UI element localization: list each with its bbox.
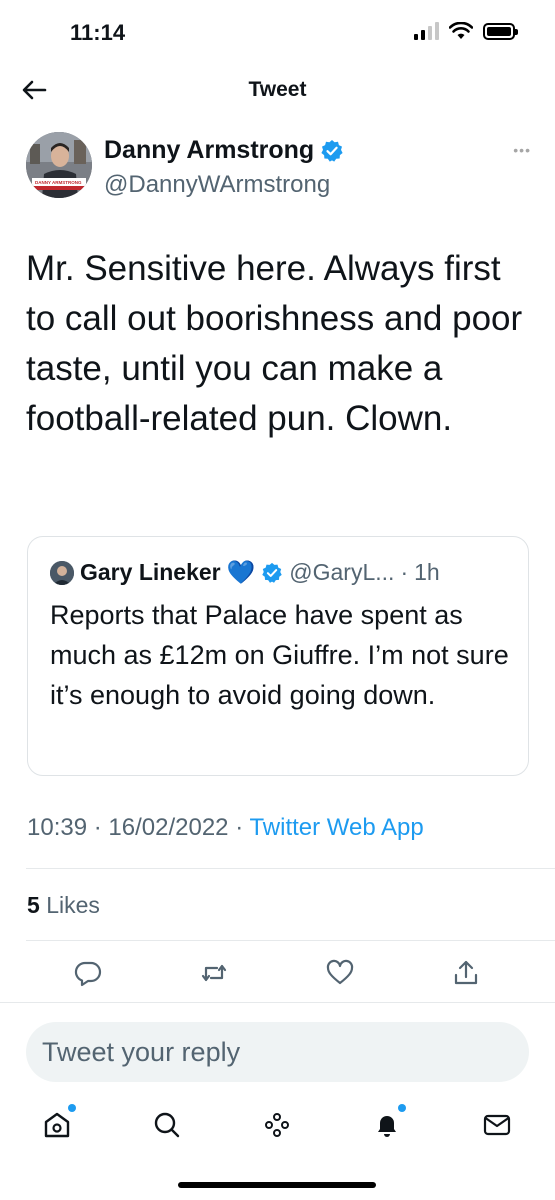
heart-emoji: 💙 [226, 559, 256, 585]
separator-dot: · [93, 814, 109, 841]
author-name-label: Danny Armstrong [104, 136, 315, 164]
home-indicator [178, 1182, 376, 1188]
verified-badge-icon [262, 562, 282, 583]
author-name[interactable]: Danny Armstrong [104, 136, 344, 165]
tweet-date: 16/02/2022 [108, 814, 229, 841]
tab-messages[interactable] [480, 1108, 514, 1142]
status-icons [414, 22, 518, 40]
notification-dot [398, 1104, 406, 1112]
wifi-icon [449, 22, 473, 39]
tab-notifications[interactable] [370, 1104, 406, 1142]
page-title: Tweet [248, 78, 307, 101]
tab-bar [0, 1100, 555, 1150]
quoted-tweet[interactable]: Gary Lineker 💙 @GaryL... · 1h Reports th… [27, 536, 529, 776]
tweet-actions [0, 958, 555, 992]
reply-icon[interactable] [73, 958, 103, 988]
likes-label: Likes [46, 892, 100, 918]
reply-input[interactable] [26, 1022, 529, 1082]
signal-icon [414, 22, 439, 40]
quoted-tweet-header: Gary Lineker 💙 @GaryL... · 1h [50, 559, 440, 586]
status-bar: 11:14 [0, 0, 555, 60]
search-icon [154, 1112, 180, 1138]
status-time: 11:14 [70, 20, 126, 45]
tweet-meta: 10:39 · 16/02/2022 · Twitter Web App [27, 814, 424, 842]
share-icon[interactable] [451, 958, 481, 988]
author-handle[interactable]: @DannyWArmstrong [104, 171, 330, 199]
tab-home[interactable] [40, 1104, 76, 1142]
battery-icon [483, 22, 518, 40]
verified-badge-icon [321, 139, 343, 162]
likes-stat[interactable]: 5 Likes [27, 892, 100, 919]
separator-dot: · [400, 559, 409, 585]
quoted-author-handle: @GaryL... [289, 559, 395, 585]
author-row: DANNY ARMSTRONG Danny Armstrong @DannyWA… [26, 128, 531, 208]
quoted-avatar [50, 560, 74, 585]
quoted-tweet-text: Reports that Palace have spent as much a… [50, 600, 509, 710]
quoted-author-name: Gary Lineker [80, 559, 221, 585]
tweet-time: 10:39 [27, 814, 88, 841]
like-icon[interactable] [325, 958, 355, 988]
avatar-caption: DANNY ARMSTRONG [35, 180, 82, 185]
notification-dot [68, 1104, 76, 1112]
tweet-text: Mr. Sensitive here. Always first to call… [26, 249, 523, 438]
separator-dot: · [235, 814, 250, 841]
tweet-source-link[interactable]: Twitter Web App [249, 814, 423, 841]
author-avatar[interactable]: DANNY ARMSTRONG [26, 132, 92, 198]
retweet-icon[interactable] [199, 958, 229, 988]
notifications-icon [378, 1116, 396, 1137]
tab-spaces[interactable] [260, 1108, 294, 1142]
home-icon [44, 1112, 70, 1138]
more-options-icon[interactable]: ••• [513, 142, 531, 158]
divider [0, 1002, 555, 1003]
likes-count: 5 [27, 892, 40, 918]
divider [26, 868, 555, 869]
messages-icon [483, 1114, 511, 1136]
divider [26, 940, 555, 941]
spaces-icon [265, 1113, 289, 1137]
nav-bar: Tweet [0, 62, 555, 118]
tab-search[interactable] [150, 1108, 184, 1142]
quoted-tweet-age: 1h [414, 559, 440, 585]
